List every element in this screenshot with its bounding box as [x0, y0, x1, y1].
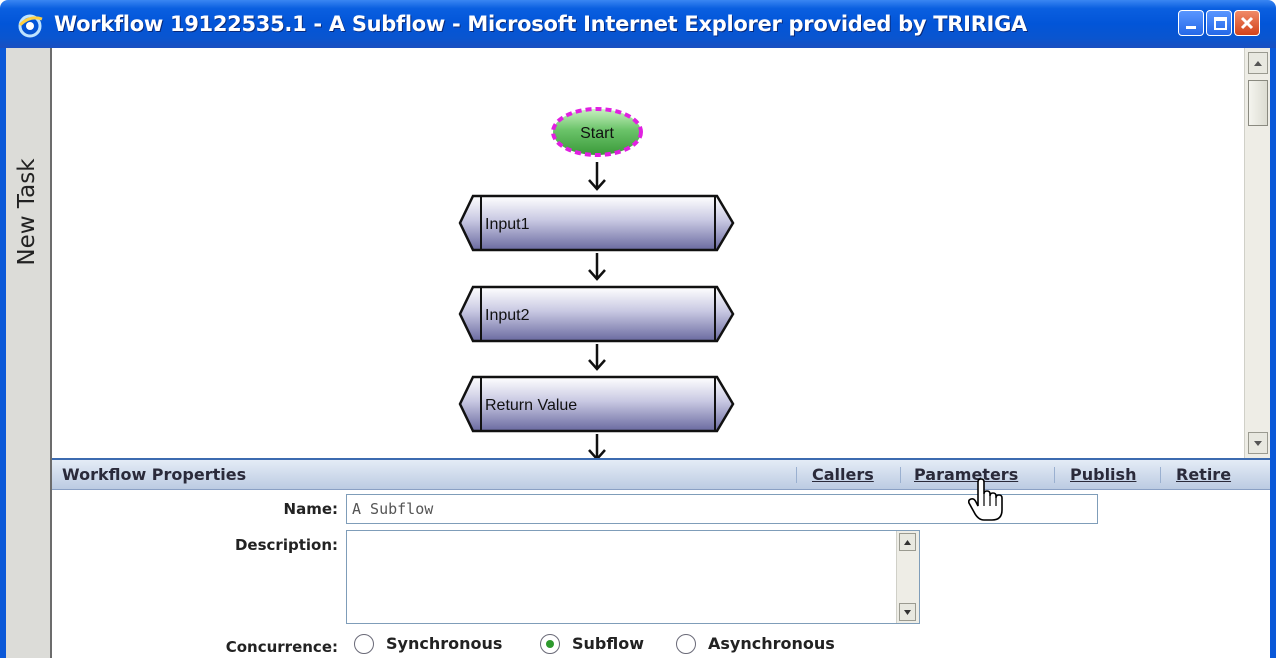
radio-label-synchronous: Synchronous	[386, 634, 503, 653]
arrow-up-icon	[904, 540, 911, 545]
restore-icon	[1214, 17, 1227, 30]
window-title: Workflow 19122535.1 - A Subflow - Micros…	[54, 12, 1027, 36]
connector-arrow	[588, 162, 606, 191]
start-node-label: Start	[580, 125, 614, 142]
scroll-up-button[interactable]	[899, 533, 916, 551]
connector-arrow	[588, 253, 606, 281]
properties-header: Workflow Properties Callers Parameters P…	[52, 460, 1270, 490]
hand-pointer-icon	[968, 478, 1003, 521]
link-separator	[900, 467, 901, 483]
workflow-step-return-value[interactable]: Return Value	[458, 375, 735, 433]
name-label: Name:	[283, 500, 338, 518]
minimize-button[interactable]	[1178, 10, 1204, 36]
scroll-down-button[interactable]	[1248, 432, 1268, 454]
workflow-properties-panel: Workflow Properties Callers Parameters P…	[52, 458, 1270, 660]
callers-link[interactable]: Callers	[812, 463, 874, 487]
scroll-down-button[interactable]	[899, 603, 916, 621]
workflow-step-input1[interactable]: Input1	[458, 194, 735, 252]
window-frame-right	[1270, 48, 1276, 658]
retire-link[interactable]: Retire	[1176, 463, 1231, 487]
new-task-tab-label: New Task	[14, 158, 40, 266]
concurrence-label: Concurrence:	[225, 638, 338, 656]
description-field[interactable]	[346, 530, 920, 624]
workflow-step-input2[interactable]: Input2	[458, 285, 735, 343]
link-separator	[1054, 467, 1055, 483]
arrow-down-icon	[1254, 441, 1262, 446]
connector-arrow	[588, 434, 606, 458]
close-button[interactable]	[1234, 10, 1260, 36]
workflow-step-label: Return Value	[485, 397, 577, 414]
radio-label-subflow: Subflow	[572, 634, 644, 653]
properties-title: Workflow Properties	[62, 465, 247, 484]
canvas-scrollbar[interactable]	[1244, 48, 1270, 458]
description-label: Description:	[234, 536, 338, 554]
link-separator	[796, 467, 797, 483]
description-scrollbar[interactable]	[896, 531, 919, 623]
maximize-button[interactable]	[1206, 10, 1232, 36]
publish-link[interactable]: Publish	[1070, 463, 1136, 487]
new-task-tab[interactable]: New Task	[6, 48, 52, 658]
minimize-icon	[1186, 26, 1196, 29]
close-icon	[1240, 16, 1254, 30]
radio-asynchronous[interactable]	[676, 634, 696, 654]
internet-explorer-icon	[18, 14, 43, 38]
radio-subflow[interactable]	[540, 634, 560, 654]
workflow-step-label: Input2	[485, 307, 530, 324]
scroll-thumb[interactable]	[1248, 80, 1268, 126]
connector-arrow	[588, 344, 606, 371]
start-node[interactable]: Start	[551, 107, 643, 157]
radio-label-asynchronous: Asynchronous	[708, 634, 835, 653]
title-bar: Workflow 19122535.1 - A Subflow - Micros…	[0, 0, 1276, 48]
radio-synchronous[interactable]	[354, 634, 374, 654]
workflow-step-label: Input1	[485, 216, 530, 233]
workflow-canvas[interactable]: Start Input1 Input2 Return Value	[52, 48, 1244, 458]
arrow-up-icon	[1254, 61, 1262, 66]
link-separator	[1160, 467, 1161, 483]
scroll-up-button[interactable]	[1248, 52, 1268, 74]
arrow-down-icon	[904, 610, 911, 615]
